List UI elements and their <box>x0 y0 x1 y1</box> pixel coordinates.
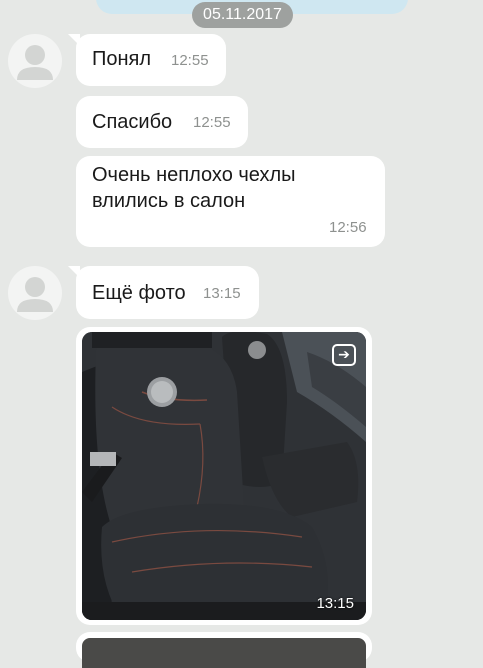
message-text-line: влились в салон <box>92 190 246 212</box>
message-text: Понял <box>92 48 152 70</box>
message-bubble[interactable]: Спасибо 12:55 <box>76 96 248 148</box>
avatar[interactable] <box>8 266 62 320</box>
message-time: 12:55 <box>171 52 209 69</box>
date-separator: 05.11.2017 <box>192 2 293 28</box>
message-time: 13:15 <box>203 285 241 302</box>
message-bubble[interactable]: Ещё фото 13:15 <box>68 266 259 319</box>
photo-time: 13:15 <box>316 595 354 612</box>
message-bubble[interactable]: Понял 12:55 <box>68 34 226 86</box>
user-placeholder-icon <box>17 277 53 312</box>
photo-message-bubble[interactable]: ➔ 13:15 <box>76 327 372 625</box>
car-seat-image <box>82 332 366 620</box>
share-arrow-icon[interactable]: ➔ <box>332 344 356 366</box>
message-bubble[interactable]: Очень неплохо чехлы влились в салон 12:5… <box>76 156 385 247</box>
message-time: 12:55 <box>193 114 231 131</box>
next-photo-preview[interactable] <box>82 638 366 668</box>
user-placeholder-icon <box>17 45 53 80</box>
message-time: 12:56 <box>329 219 367 236</box>
car-seat-photo[interactable]: ➔ 13:15 <box>82 332 366 620</box>
avatar[interactable] <box>8 34 62 88</box>
message-text: Спасибо <box>92 111 173 133</box>
next-photo-bubble[interactable] <box>76 632 372 668</box>
message-text: Ещё фото <box>92 282 186 304</box>
